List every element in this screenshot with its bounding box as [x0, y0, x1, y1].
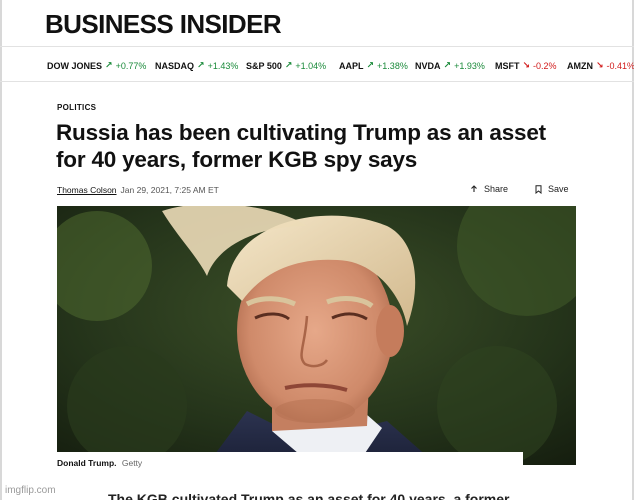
article-photo: [57, 206, 576, 465]
ticker-change: -0.2%: [533, 60, 557, 71]
caption-credit: Getty: [121, 458, 143, 468]
byline: Thomas Colson Jan 29, 2021, 7:25 AM ET: [57, 185, 219, 195]
ticker-item-aapl[interactable]: AAPL ↗ +1.38%: [339, 60, 408, 71]
ticker-symbol: DOW JONES: [47, 60, 103, 71]
arrow-up-icon: ↗: [366, 60, 375, 70]
watermark: imgflip.com: [5, 485, 56, 496]
ticker-change: +1.38%: [377, 60, 408, 71]
ticker-change: -0.41%: [606, 60, 634, 71]
ticker-symbol: AAPL: [339, 60, 364, 71]
ticker-change: +1.04%: [295, 60, 327, 71]
author-link[interactable]: Thomas Colson: [57, 185, 117, 195]
ticker-item-sp500[interactable]: S&P 500 ↗ +1.04%: [246, 60, 326, 71]
ticker-change: +0.77%: [115, 60, 147, 71]
arrow-down-icon: ↘: [522, 60, 531, 70]
arrow-down-icon: ↘: [596, 60, 604, 70]
share-button[interactable]: Share: [470, 184, 508, 194]
bookmark-icon: [535, 184, 542, 194]
ticker-symbol: NASDAQ: [155, 60, 195, 71]
ticker-change: +1.93%: [454, 60, 485, 71]
ticker-item-nasdaq[interactable]: NASDAQ ↗ +1.43%: [155, 60, 238, 71]
site-logo[interactable]: BUSINESS INSIDER: [45, 9, 282, 40]
market-ticker: DOW JONES ↗ +0.77% NASDAQ ↗ +1.43% S&P 5…: [0, 48, 634, 82]
ticker-symbol: NVDA: [415, 60, 441, 71]
share-icon: [471, 185, 477, 192]
ticker-change: +1.43%: [207, 60, 239, 71]
save-button[interactable]: Save: [535, 184, 569, 194]
share-label: Share: [484, 184, 509, 194]
ticker-item-msft[interactable]: MSFT ↘ -0.2%: [495, 60, 557, 71]
ticker-symbol: AMZN: [567, 60, 593, 71]
article-body-first-line: The KGB cultivated Trump as an asset for…: [108, 491, 510, 500]
arrow-up-icon: ↗: [105, 60, 113, 70]
ticker-symbol: S&P 500: [246, 60, 282, 71]
caption-subject: Donald Trump.: [57, 458, 117, 468]
ticker-item-dow[interactable]: DOW JONES ↗ +0.77%: [47, 60, 146, 71]
photo-caption: Donald Trump. Getty: [57, 458, 142, 468]
arrow-up-icon: ↗: [284, 60, 293, 70]
arrow-up-icon: ↗: [443, 60, 452, 70]
ticker-item-nvda[interactable]: NVDA ↗ +1.93%: [415, 60, 485, 71]
save-label: Save: [548, 184, 569, 194]
section-label[interactable]: POLITICS: [57, 103, 96, 112]
ticker-symbol: MSFT: [495, 60, 520, 71]
article-headline: Russia has been cultivating Trump as an …: [56, 120, 546, 172]
publish-date: Jan 29, 2021, 7:25 AM ET: [120, 185, 219, 195]
arrow-up-icon: ↗: [197, 60, 205, 70]
ticker-item-amzn[interactable]: AMZN ↘ -0.41%: [567, 60, 634, 71]
photo-caption-box: Donald Trump. Getty: [57, 452, 523, 472]
masthead: BUSINESS INSIDER: [0, 0, 634, 47]
